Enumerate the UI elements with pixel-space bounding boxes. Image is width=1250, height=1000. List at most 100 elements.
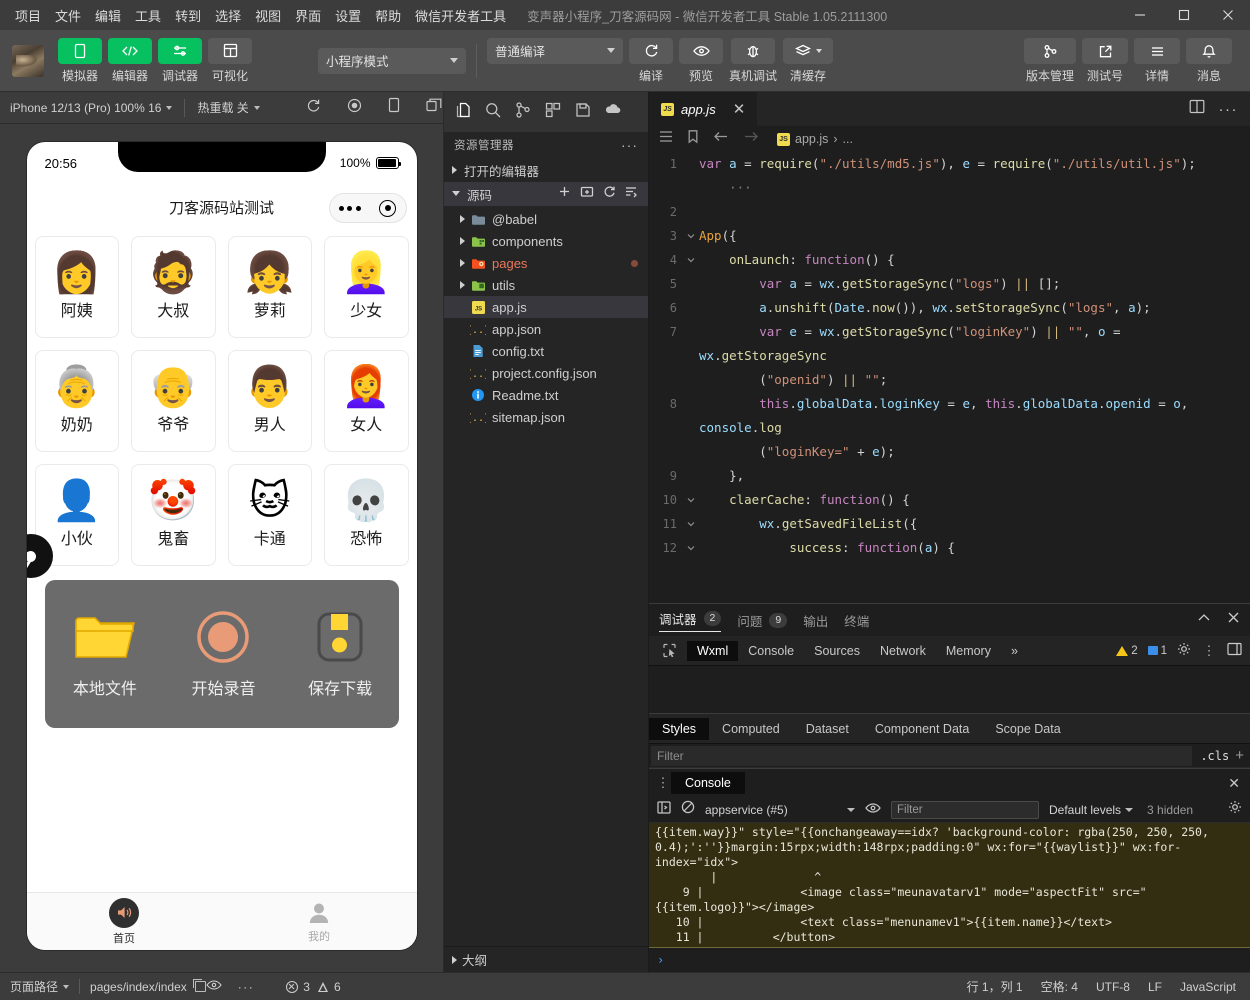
tab-home[interactable]: 首页 <box>27 893 222 950</box>
new-folder-icon[interactable] <box>580 185 594 203</box>
outline-section[interactable]: 大纲 <box>444 946 648 972</box>
debugger-tab-3[interactable]: 终端 <box>844 611 869 630</box>
console-context-select[interactable]: appservice (#5) <box>705 803 855 817</box>
console-tab[interactable]: Console <box>671 772 745 794</box>
voice-card[interactable]: 👧 萝莉 <box>227 236 312 338</box>
split-editor-icon[interactable] <box>1189 99 1205 119</box>
wechat-capsule[interactable] <box>328 193 407 223</box>
debugger-tab-2[interactable]: 输出 <box>803 611 828 630</box>
indentation[interactable]: 空格: 4 <box>1041 978 1078 995</box>
forward-icon[interactable] <box>743 130 759 148</box>
voice-card[interactable]: 🐱 卡通 <box>227 464 312 566</box>
menu-item-6[interactable]: 视图 <box>248 2 288 29</box>
menu-item-5[interactable]: 选择 <box>208 2 248 29</box>
debugger-tab-0[interactable]: 调试器 2 <box>659 609 722 632</box>
collapse-panel-icon[interactable] <box>1197 611 1211 629</box>
toolbar-button-messages[interactable]: 消息 <box>1186 38 1232 84</box>
toolbar-button-compile[interactable]: 编译 <box>629 37 673 84</box>
gear-icon[interactable] <box>1177 642 1191 659</box>
menu-item-1[interactable]: 文件 <box>48 2 88 29</box>
styles-tab-styles[interactable]: Styles <box>649 717 710 740</box>
refresh-icon[interactable] <box>603 185 616 203</box>
close-button[interactable] <box>1206 0 1250 30</box>
tree-folder-utils[interactable]: utils <box>444 274 648 296</box>
close-icon[interactable]: ✕ <box>733 100 746 118</box>
action-start-recording[interactable]: 开始录音 <box>191 609 256 699</box>
clear-console-icon[interactable] <box>681 800 695 819</box>
tree-file-sitemap.json[interactable]: {..} sitemap.json <box>444 406 648 428</box>
tab-mine[interactable]: 我的 <box>222 893 417 950</box>
editor-tab-app-js[interactable]: JS app.js ✕ <box>649 92 758 126</box>
status-more-icon[interactable]: ··· <box>238 980 255 994</box>
voice-card[interactable]: 👱‍♀️ 少女 <box>324 236 409 338</box>
menu-item-0[interactable]: 项目 <box>8 2 48 29</box>
voice-card[interactable]: 🤡 鬼畜 <box>131 464 216 566</box>
styles-tab-component-data[interactable]: Component Data <box>862 718 983 740</box>
fold-toggle-icon[interactable] <box>683 320 699 392</box>
tree-file-config.txt[interactable]: config.txt <box>444 340 648 362</box>
toolbar-button-real-device[interactable]: 真机调试 <box>729 37 777 84</box>
explorer-more-icon[interactable]: ··· <box>621 137 638 153</box>
toolbar-button-details[interactable]: 详情 <box>1134 38 1180 84</box>
eol[interactable]: LF <box>1148 980 1162 994</box>
source-control-icon[interactable] <box>514 101 532 124</box>
fold-toggle-icon[interactable] <box>683 248 699 272</box>
console-filter-input[interactable]: Filter <box>891 800 1039 819</box>
code-editor[interactable]: 1 var a = require("./utils/md5.js"), e = … <box>649 152 1250 603</box>
more-icon[interactable] <box>338 205 361 211</box>
voice-card[interactable]: 👨 男人 <box>227 350 312 452</box>
compile-mode-select[interactable]: 普通编译 <box>487 37 623 64</box>
console-prompt[interactable]: › <box>649 948 1250 972</box>
new-file-icon[interactable] <box>558 185 571 203</box>
cls-toggle[interactable]: .cls <box>1194 749 1235 763</box>
bookmark-icon[interactable] <box>687 129 699 149</box>
fold-toggle-icon[interactable] <box>683 296 699 320</box>
tree-folder-components[interactable]: components <box>444 230 648 252</box>
toolbar-button-editor[interactable]: 编辑器 <box>108 37 152 84</box>
menu-item-7[interactable]: 界面 <box>288 2 328 29</box>
devtools-tab-overflow[interactable]: » <box>1001 641 1028 661</box>
fold-toggle-icon[interactable] <box>683 152 699 200</box>
voice-card[interactable]: 👩‍🦰 女人 <box>324 350 409 452</box>
fold-toggle-icon[interactable] <box>683 488 699 512</box>
menu-item-10[interactable]: 微信开发者工具 <box>408 2 513 29</box>
menu-item-9[interactable]: 帮助 <box>368 2 408 29</box>
rotate-device-icon[interactable] <box>388 97 400 118</box>
section-open-editors[interactable]: 打开的编辑器 <box>444 158 648 182</box>
hot-reload-select[interactable]: 热重载 关 <box>197 99 260 116</box>
section-source[interactable]: 源码 <box>444 182 648 206</box>
add-rule-icon[interactable]: + <box>1235 747 1250 764</box>
console-eye-icon[interactable] <box>865 801 881 819</box>
toolbar-button-version-control[interactable]: 版本管理 <box>1024 38 1076 84</box>
action-save-download[interactable]: 保存下载 <box>308 609 372 699</box>
back-icon[interactable] <box>713 130 729 148</box>
inspect-element-icon[interactable] <box>657 641 681 661</box>
toolbar-button-simulator[interactable]: 模拟器 <box>58 37 102 84</box>
search-icon[interactable] <box>484 101 502 124</box>
user-avatar[interactable] <box>12 44 44 77</box>
extensions-icon[interactable] <box>544 101 562 124</box>
fold-toggle-icon[interactable] <box>683 272 699 296</box>
styles-tab-scope-data[interactable]: Scope Data <box>982 718 1073 740</box>
collapse-all-icon[interactable] <box>625 185 638 203</box>
menu-item-3[interactable]: 工具 <box>128 2 168 29</box>
voice-card[interactable]: 👴 爷爷 <box>131 350 216 452</box>
toolbar-button-test-account[interactable]: 测试号 <box>1082 38 1128 84</box>
minimize-button[interactable] <box>1118 0 1162 30</box>
fold-toggle-icon[interactable] <box>683 464 699 488</box>
console-drag-handle[interactable]: ⋮ <box>655 776 671 789</box>
devtools-tab-wxml[interactable]: Wxml <box>687 640 739 661</box>
warning-count[interactable]: 6 <box>317 980 341 994</box>
voice-card[interactable]: 🧔 大叔 <box>131 236 216 338</box>
message-count[interactable]: 1 <box>1147 645 1167 657</box>
fold-toggle-icon[interactable] <box>683 392 699 464</box>
outline-toggle-icon[interactable] <box>659 130 673 148</box>
breadcrumb-path[interactable]: JS app.js › ... <box>777 132 853 146</box>
tree-file-app.js[interactable]: JS app.js <box>444 296 648 318</box>
tree-folder-@babel[interactable]: @babel <box>444 208 648 230</box>
console-sidebar-icon[interactable] <box>657 800 671 819</box>
toolbar-button-debugger[interactable]: 调试器 <box>158 37 202 84</box>
devtools-more-icon[interactable]: ⋮ <box>1201 644 1217 657</box>
maximize-button[interactable] <box>1162 0 1206 30</box>
fold-toggle-icon[interactable] <box>683 512 699 536</box>
